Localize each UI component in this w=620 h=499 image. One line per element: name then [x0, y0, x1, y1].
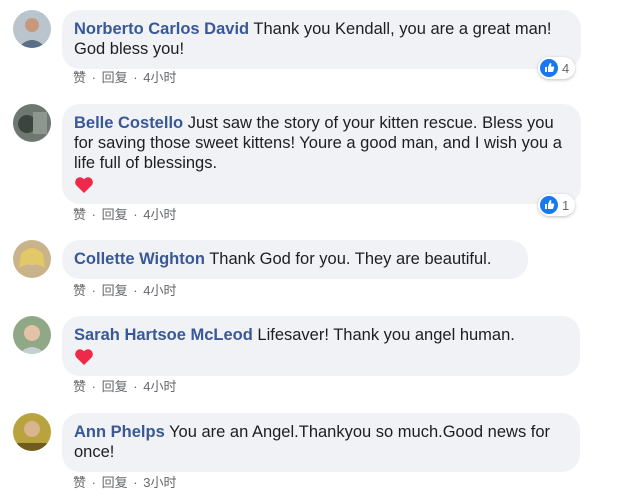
comment-bubble: Ann Phelps You are an Angel.Thankyou so …: [62, 413, 580, 472]
comment-bubble: Sarah Hartsoe McLeod Lifesaver! Thank yo…: [62, 316, 580, 376]
heart-emoji: [75, 177, 93, 193]
like-button[interactable]: 赞: [73, 207, 86, 222]
avatar[interactable]: [13, 240, 51, 278]
comment-text: Thank God for you. They are beautiful.: [209, 250, 492, 268]
comment-bubble: Collette Wighton Thank God for you. They…: [62, 240, 528, 279]
comment-author[interactable]: Belle Costello: [74, 114, 183, 132]
comment-timestamp[interactable]: 3小时: [143, 475, 176, 490]
comment-author[interactable]: Sarah Hartsoe McLeod: [74, 326, 253, 344]
separator: ·: [91, 70, 96, 85]
reaction-count-badge[interactable]: 1: [538, 194, 576, 216]
heart-emoji: [75, 349, 93, 365]
comment-timestamp[interactable]: 4小时: [143, 283, 176, 298]
reaction-count: 1: [562, 197, 570, 213]
reply-button[interactable]: 回复: [102, 475, 128, 490]
avatar[interactable]: [13, 10, 51, 48]
separator: ·: [133, 475, 138, 490]
reply-button[interactable]: 回复: [102, 207, 128, 222]
comment-author[interactable]: Collette Wighton: [74, 250, 205, 268]
comment-timestamp[interactable]: 4小时: [143, 379, 176, 394]
separator: ·: [133, 70, 138, 85]
avatar[interactable]: [13, 104, 51, 142]
separator: ·: [91, 207, 96, 222]
separator: ·: [91, 379, 96, 394]
like-button[interactable]: 赞: [73, 283, 86, 298]
avatar[interactable]: [13, 413, 51, 451]
like-icon: [540, 196, 558, 214]
comment-actions: 赞 · 回复 · 4小时: [73, 379, 176, 395]
comment-author[interactable]: Ann Phelps: [74, 423, 165, 441]
comment-author[interactable]: Norberto Carlos David: [74, 20, 249, 38]
separator: ·: [133, 283, 138, 298]
separator: ·: [91, 283, 96, 298]
reaction-count: 4: [562, 60, 570, 76]
reaction-count-badge[interactable]: 4: [538, 57, 576, 79]
separator: ·: [91, 475, 96, 490]
comment-actions: 赞 · 回复 · 4小时: [73, 70, 176, 86]
avatar[interactable]: [13, 316, 51, 354]
reply-button[interactable]: 回复: [102, 70, 128, 85]
like-button[interactable]: 赞: [73, 475, 86, 490]
comment-bubble: Norberto Carlos David Thank you Kendall,…: [62, 10, 581, 69]
comment-actions: 赞 · 回复 · 4小时: [73, 207, 176, 223]
reply-button[interactable]: 回复: [102, 379, 128, 394]
comment-timestamp[interactable]: 4小时: [143, 70, 176, 85]
like-button[interactable]: 赞: [73, 70, 86, 85]
comment-actions: 赞 · 回复 · 3小时: [73, 475, 176, 491]
comment-bubble: Belle Costello Just saw the story of you…: [62, 104, 581, 204]
like-button[interactable]: 赞: [73, 379, 86, 394]
like-icon: [540, 59, 558, 77]
comment-timestamp[interactable]: 4小时: [143, 207, 176, 222]
separator: ·: [133, 207, 138, 222]
comment-actions: 赞 · 回复 · 4小时: [73, 283, 176, 299]
comment-text: Lifesaver! Thank you angel human.: [257, 326, 515, 344]
separator: ·: [133, 379, 138, 394]
reply-button[interactable]: 回复: [102, 283, 128, 298]
